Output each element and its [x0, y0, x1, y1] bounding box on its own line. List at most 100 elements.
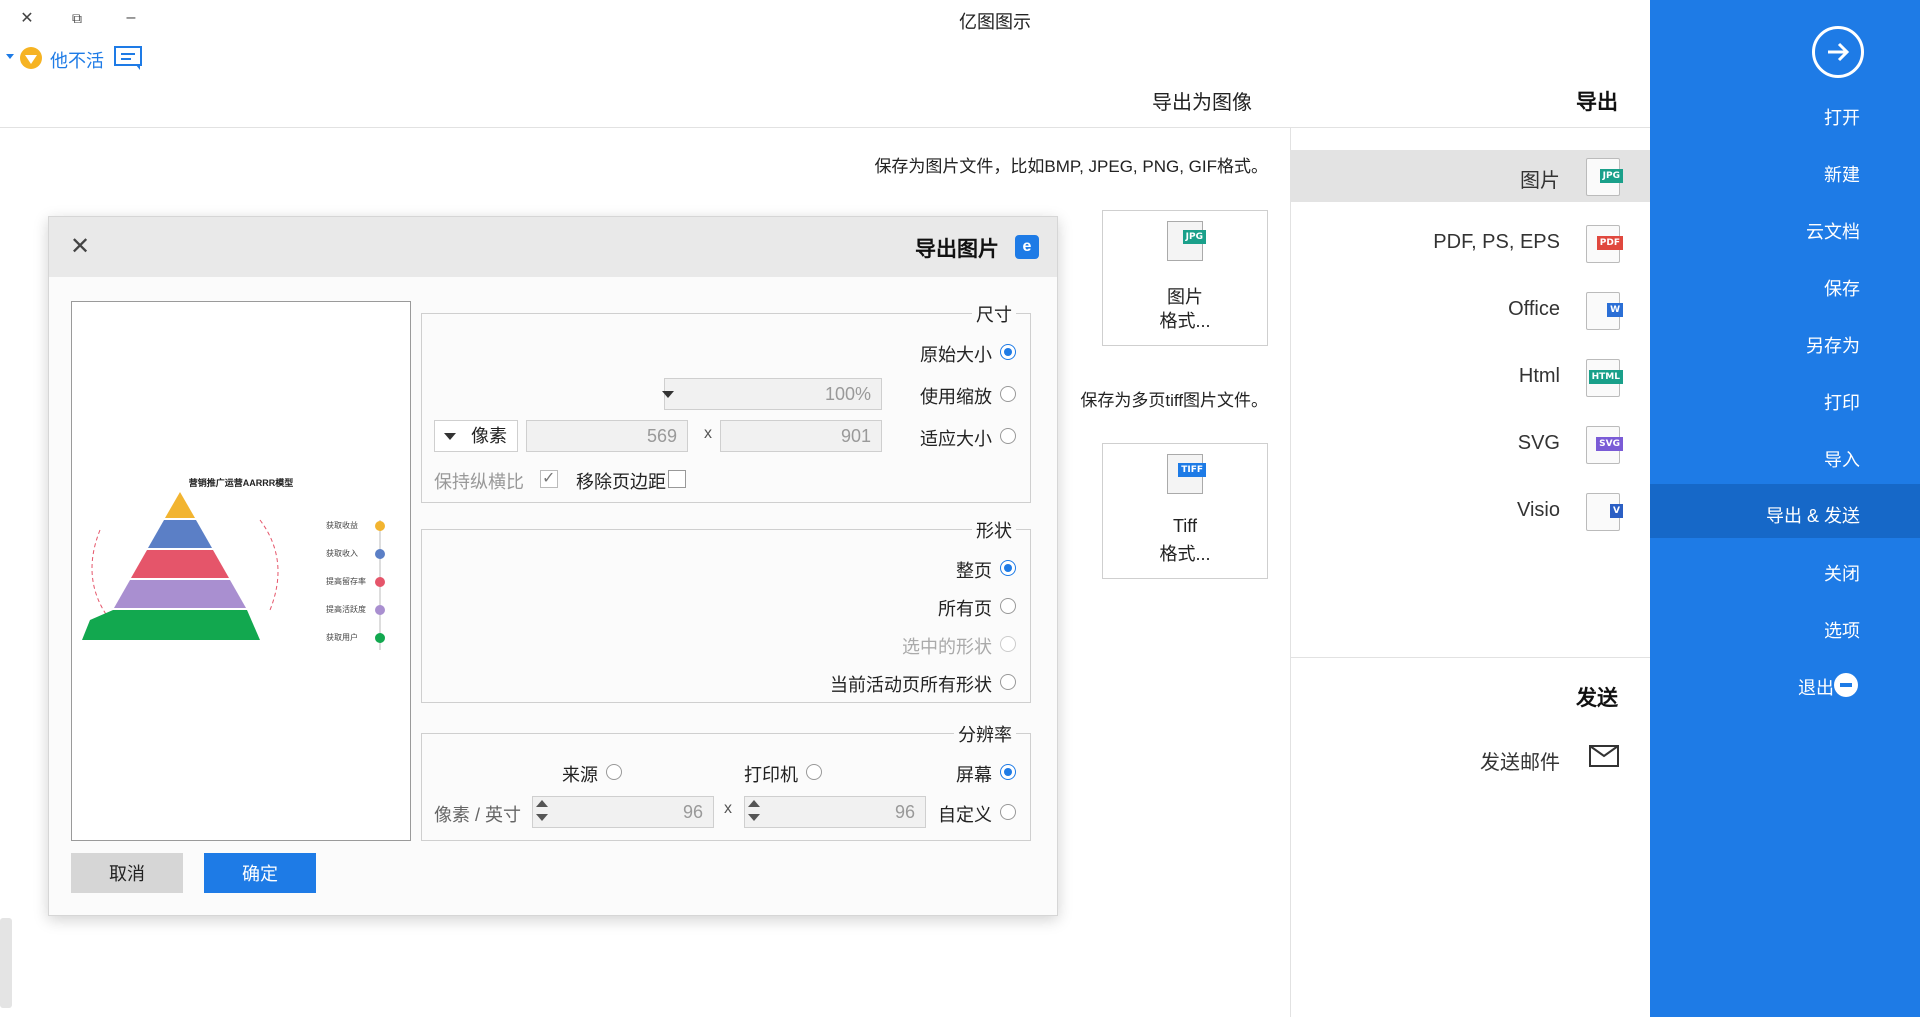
preview-legend-item: 提高留存率: [326, 577, 366, 586]
send-heading: 发送: [1576, 687, 1618, 710]
spin-up-icon[interactable]: [536, 800, 548, 807]
times-sign: x: [724, 800, 732, 817]
sidebar-item-new[interactable]: 新建: [1824, 161, 1860, 187]
original-size-radio[interactable]: [1000, 344, 1016, 360]
ok-button[interactable]: 确定: [204, 853, 316, 893]
spin-down-icon[interactable]: [536, 814, 548, 821]
chevron-down-icon: [662, 391, 674, 398]
fit-size-label: 适应大小: [920, 429, 992, 449]
sidebar-item-exit[interactable]: 退出: [1798, 674, 1834, 700]
category-html[interactable]: HTML Html: [1290, 351, 1650, 403]
preview-title: 营销推广运营AARRR模型: [188, 478, 294, 488]
sidebar-item-open[interactable]: 打开: [1824, 104, 1860, 130]
original-size-label: 原始大小: [920, 345, 992, 365]
user-name[interactable]: 他不活: [50, 47, 104, 73]
close-icon: ✕: [69, 232, 91, 260]
tiff-format-description: 保存为多页tiff图片文件。: [1080, 391, 1268, 410]
preview-legend-item: 获取用户: [326, 633, 358, 642]
keep-ratio-label: 保持纵横比: [434, 472, 524, 492]
card-label: 图片: [1167, 287, 1203, 307]
export-image-dialog: ✕ 导出图片 e 营销推广运营AARRR模型 获取收益 获取收入 提高留存率 提…: [48, 216, 1058, 916]
export-section-title: 导出为图像: [1152, 92, 1252, 114]
whole-page-radio[interactable]: [1000, 560, 1016, 576]
custom-radio[interactable]: [1000, 804, 1016, 820]
category-svg[interactable]: SVG SVG: [1290, 418, 1650, 470]
send-email-label: 发送邮件: [1480, 752, 1560, 774]
shape-group: 形状 整页 所有页 选中的形状 当前活动页所有形状: [421, 517, 1031, 703]
category-image[interactable]: JPG 图片: [1290, 150, 1650, 202]
height-input[interactable]: 569: [526, 420, 688, 452]
shape-group-title: 形状: [972, 517, 1016, 543]
preview-legend-item: 获取收益: [326, 521, 358, 530]
source-radio[interactable]: [606, 764, 622, 780]
category-pdf[interactable]: PDF PDF, PS, EPS: [1290, 217, 1650, 269]
sidebar-item-export-send[interactable]: 导出 & 发送: [1766, 502, 1860, 528]
remove-margin-checkbox[interactable]: [668, 470, 686, 488]
sidebar-item-save-as[interactable]: 另存为: [1806, 332, 1860, 358]
screen-label: 屏幕: [956, 765, 992, 785]
image-format-card[interactable]: JPG 图片 格式...: [1102, 210, 1268, 346]
size-group: 尺寸 原始大小 使用缩放 100% 适应大小 901 x 569 像素 移除页边…: [421, 301, 1031, 503]
dpi-x-input[interactable]: 96: [744, 796, 926, 828]
sidebar-item-close[interactable]: 关闭: [1824, 560, 1860, 586]
send-email-item[interactable]: 发送邮件: [1290, 736, 1650, 780]
sidebar-item-print[interactable]: 打印: [1824, 389, 1860, 415]
category-label: Office: [1508, 298, 1560, 320]
times-sign: x: [704, 425, 712, 442]
dpi-unit-label: 像素 / 英寸: [434, 805, 522, 825]
category-label: Visio: [1517, 499, 1560, 521]
current-active-shapes-radio[interactable]: [1000, 674, 1016, 690]
dialog-title: 导出图片: [915, 238, 999, 261]
vip-diamond-icon: [20, 47, 42, 69]
whole-page-label: 整页: [956, 561, 992, 581]
image-format-description: 保存为图片文件，比如BMP, JPEG, PNG, GIF格式。: [874, 157, 1268, 176]
all-pages-radio[interactable]: [1000, 598, 1016, 614]
printer-label: 打印机: [744, 765, 798, 785]
printer-radio[interactable]: [806, 764, 822, 780]
all-pages-label: 所有页: [938, 599, 992, 619]
title-bar: ✕ ⧉ – 亿图图示: [0, 0, 1650, 40]
app-logo-icon: e: [1015, 235, 1039, 259]
preview-diagram: 营销推广运营AARRR模型 获取收益 获取收入 提高留存率 提高活跃度 获取用户: [80, 470, 402, 672]
dialog-close-button[interactable]: ✕: [65, 231, 95, 261]
zoom-select[interactable]: 100%: [664, 378, 882, 410]
use-zoom-radio[interactable]: [1000, 386, 1016, 402]
resize-grip[interactable]: [0, 918, 12, 1008]
category-office[interactable]: W Office: [1290, 284, 1650, 336]
card-sublabel: 格式...: [1159, 311, 1211, 331]
spin-down-icon[interactable]: [748, 814, 760, 821]
width-input[interactable]: 901: [720, 420, 882, 452]
cancel-button[interactable]: 取消: [71, 853, 183, 893]
app-title: 亿图图示: [959, 12, 1031, 32]
category-label: 图片: [1520, 170, 1560, 192]
remove-margin-label: 移除页边距: [576, 472, 666, 492]
fit-size-radio[interactable]: [1000, 428, 1016, 444]
dialog-header: ✕ 导出图片 e: [49, 217, 1057, 277]
selected-shapes-radio[interactable]: [1000, 636, 1016, 652]
preview-legend-item: 提高活跃度: [326, 605, 366, 614]
back-button[interactable]: [1812, 26, 1864, 78]
svg-file-icon: SVG: [1586, 426, 1623, 464]
category-label: Html: [1518, 365, 1560, 387]
sidebar-item-save[interactable]: 保存: [1824, 275, 1860, 301]
category-visio[interactable]: V Visio: [1290, 485, 1650, 537]
card-label: Tiff: [1172, 516, 1197, 536]
tiff-format-card[interactable]: TIFF Tiff 格式...: [1102, 443, 1268, 579]
resolution-group-title: 分辨率: [954, 721, 1016, 747]
arrow-right-icon: [1828, 42, 1850, 62]
keep-ratio-checkbox[interactable]: [540, 468, 558, 488]
dropdown-arrow-icon: [6, 54, 14, 59]
dpi-y-input[interactable]: 96: [532, 796, 714, 828]
sidebar-item-options[interactable]: 选项: [1824, 617, 1860, 643]
feedback-icon[interactable]: [112, 44, 144, 72]
resolution-group: 分辨率 屏幕 打印机 来源 自定义 96 x 96 像素 / 英寸: [421, 721, 1031, 841]
spin-up-icon[interactable]: [748, 800, 760, 807]
card-sublabel: 格式...: [1159, 544, 1211, 564]
chevron-down-icon: [444, 433, 456, 440]
sidebar-item-import[interactable]: 导入: [1824, 446, 1860, 472]
screen-radio[interactable]: [1000, 764, 1016, 780]
use-zoom-label: 使用缩放: [920, 387, 992, 407]
html-file-icon: HTML: [1586, 359, 1623, 397]
export-heading: 导出: [1576, 91, 1618, 114]
sidebar-item-cloud[interactable]: 云文档: [1806, 218, 1860, 244]
